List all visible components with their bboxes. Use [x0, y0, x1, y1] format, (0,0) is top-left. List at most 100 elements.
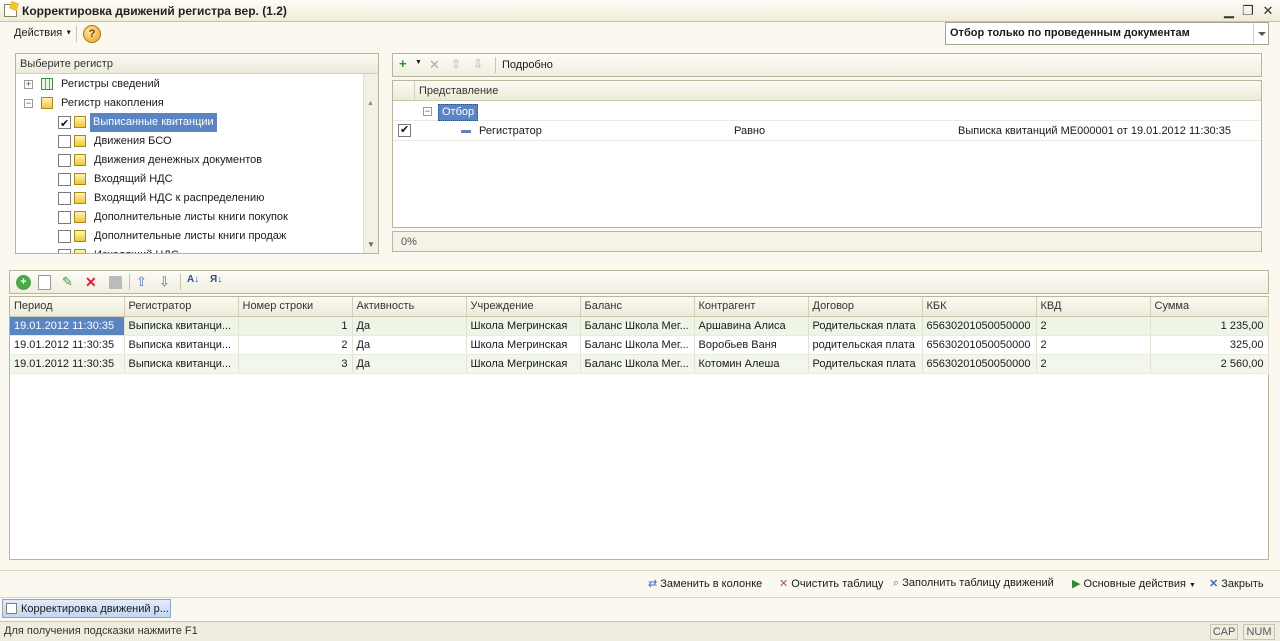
table-cell[interactable]: Да [352, 316, 467, 336]
table-cell[interactable]: Выписка квитанци... [124, 316, 239, 336]
table-cell[interactable]: Баланс Школа Мег... [580, 354, 695, 374]
tree-group-info-registers[interactable]: + Регистры сведений [16, 75, 362, 94]
tree-item[interactable]: Движения денежных документов [16, 151, 362, 170]
close-icon[interactable]: ✕ [1260, 3, 1276, 19]
column-header[interactable]: Учреждение [466, 297, 581, 317]
table-cell[interactable]: Котомин Алеша [694, 354, 809, 374]
add-filter-icon[interactable]: + [399, 57, 413, 72]
table-cell[interactable]: Школа Мегринская [466, 335, 581, 355]
filter-group-row[interactable]: − Отбор [393, 102, 1261, 121]
table-cell[interactable]: 2 [238, 335, 353, 355]
edit-icon[interactable]: ✎ [62, 274, 76, 289]
collapse-icon[interactable]: − [24, 99, 33, 108]
expand-icon[interactable]: + [24, 80, 33, 89]
column-header[interactable]: КБК [922, 297, 1037, 317]
restore-icon[interactable]: ❐ [1240, 3, 1256, 19]
table-cell[interactable]: 1 235,00 [1150, 316, 1269, 336]
window-tab[interactable]: Корректировка движений р... [2, 599, 171, 618]
end-edit-icon[interactable] [109, 276, 122, 289]
table-cell[interactable]: 19.01.2012 11:30:35 [10, 335, 125, 355]
table-cell[interactable]: 2 [1036, 354, 1151, 374]
table-cell[interactable]: Баланс Школа Мег... [580, 316, 695, 336]
tree-item[interactable]: Входящий НДС [16, 170, 362, 189]
move-up-icon[interactable]: ⇧ [451, 57, 465, 71]
tree-item[interactable]: Дополнительные листы книги покупок [16, 208, 362, 227]
table-cell[interactable]: Да [352, 354, 467, 374]
table-cell[interactable]: 2 [1036, 335, 1151, 355]
filter-mode-select[interactable]: Отбор только по проведенным документам [945, 22, 1269, 45]
register-checkbox[interactable] [58, 192, 71, 205]
actions-menu[interactable]: Действия ▼ [14, 27, 72, 39]
column-header[interactable]: Контрагент [694, 297, 809, 317]
column-header[interactable]: Сумма [1150, 297, 1269, 317]
delete-row-icon[interactable]: ✕ [85, 274, 99, 290]
tree-item[interactable]: Входящий НДС к распределению [16, 189, 362, 208]
column-header[interactable]: Договор [808, 297, 923, 317]
table-cell[interactable]: Родительская плата [808, 316, 923, 336]
table-cell[interactable]: Воробьев Ваня [694, 335, 809, 355]
table-row[interactable]: 19.01.2012 11:30:35 Выписка квитанци... … [10, 335, 1269, 355]
table-cell[interactable]: 65630201050050000 [922, 316, 1037, 336]
close-button[interactable]: ✕ Закрыть [1209, 577, 1264, 590]
column-header[interactable]: Период [10, 297, 125, 317]
table-cell[interactable]: Аршавина Алиса [694, 316, 809, 336]
minimize-icon[interactable]: ▁ [1221, 3, 1237, 19]
register-checkbox[interactable] [58, 115, 71, 134]
register-checkbox[interactable] [58, 211, 71, 224]
filter-enabled-checkbox[interactable] [398, 123, 411, 137]
sort-descending-icon[interactable]: Я↓ [210, 274, 224, 288]
table-cell[interactable]: 1 [238, 316, 353, 336]
table-cell[interactable]: Выписка квитанци... [124, 354, 239, 374]
column-header[interactable]: Номер строки [238, 297, 353, 317]
details-button[interactable]: Подробно [502, 59, 553, 71]
table-cell[interactable]: родительская плата [808, 335, 923, 355]
main-actions-button[interactable]: ▶ Основные действия ▼ [1072, 577, 1196, 590]
table-cell[interactable]: 2 560,00 [1150, 354, 1269, 374]
delete-icon[interactable]: ✕ [429, 58, 443, 72]
move-up-icon[interactable]: ⇧ [136, 274, 150, 289]
table-cell[interactable]: 3 [238, 354, 353, 374]
tree-item[interactable]: Движения БСО [16, 132, 362, 151]
chevron-down-icon[interactable]: ▼ [415, 59, 429, 73]
table-cell[interactable]: Родительская плата [808, 354, 923, 374]
register-checkbox[interactable] [58, 173, 71, 186]
add-row-icon[interactable]: + [16, 275, 31, 290]
tree-item[interactable]: Дополнительные листы книги продаж [16, 227, 362, 246]
collapse-icon[interactable]: − [423, 107, 432, 116]
table-cell[interactable]: Школа Мегринская [466, 316, 581, 336]
column-header[interactable]: Баланс [580, 297, 695, 317]
replace-in-column-button[interactable]: ⇄ Заменить в колонке [648, 577, 762, 590]
move-down-icon[interactable]: ⇩ [159, 274, 173, 289]
copy-row-icon[interactable] [38, 275, 51, 290]
table-cell[interactable]: 19.01.2012 11:30:35 [10, 354, 125, 374]
sort-ascending-icon[interactable]: A↓ [187, 274, 201, 288]
table-cell[interactable]: 2 [1036, 316, 1151, 336]
table-cell[interactable]: Выписка квитанци... [124, 335, 239, 355]
table-row[interactable]: 19.01.2012 11:30:35 Выписка квитанци... … [10, 316, 1269, 336]
scroll-up-icon[interactable]: ▲ [367, 100, 374, 107]
dropdown-arrow-icon[interactable] [1253, 23, 1268, 44]
table-cell[interactable]: 65630201050050000 [922, 335, 1037, 355]
table-cell[interactable]: 19.01.2012 11:30:35 [10, 316, 125, 336]
table-cell[interactable]: 325,00 [1150, 335, 1269, 355]
tree-item[interactable]: Выписанные квитанции [16, 113, 362, 134]
table-cell[interactable]: Школа Мегринская [466, 354, 581, 374]
table-row[interactable]: 19.01.2012 11:30:35 Выписка квитанци... … [10, 354, 1269, 374]
table-cell[interactable]: Да [352, 335, 467, 355]
fill-table-button[interactable]: ⌕ Заполнить таблицу движений [893, 577, 1054, 590]
tree-group-accumulation-register[interactable]: − Регистр накопления [16, 94, 362, 113]
table-cell[interactable]: 65630201050050000 [922, 354, 1037, 374]
table-cell[interactable]: Баланс Школа Мег... [580, 335, 695, 355]
help-button[interactable]: ? [83, 25, 101, 43]
scroll-down-icon[interactable]: ▼ [367, 240, 375, 249]
tree-scrollbar[interactable]: ▲ ▼ [363, 74, 378, 253]
tree-item[interactable]: Исходящий НДС [16, 246, 362, 253]
column-header[interactable]: КВД [1036, 297, 1151, 317]
register-checkbox[interactable] [58, 154, 71, 167]
column-header[interactable]: Активность [352, 297, 467, 317]
register-checkbox[interactable] [58, 230, 71, 243]
move-down-icon[interactable]: ⇩ [473, 57, 487, 71]
register-checkbox[interactable] [58, 135, 71, 148]
filter-row[interactable]: Регистратор Равно Выписка квитанций МЕ00… [393, 121, 1261, 141]
column-header[interactable]: Регистратор [124, 297, 239, 317]
